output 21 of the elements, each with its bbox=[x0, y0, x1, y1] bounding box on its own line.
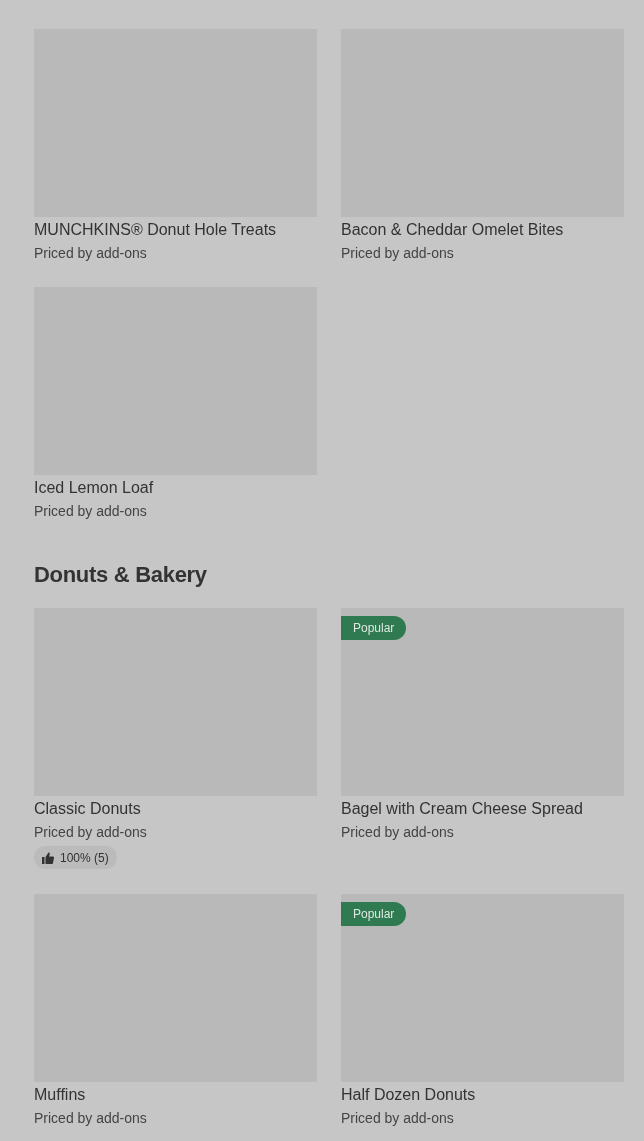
item-price: Priced by add-ons bbox=[34, 244, 147, 262]
thumbs-up-icon bbox=[42, 851, 54, 864]
item-name[interactable]: Half Dozen Donuts bbox=[341, 1084, 476, 1106]
item-price: Priced by add-ons bbox=[34, 502, 147, 520]
item-price: Priced by add-ons bbox=[341, 823, 454, 841]
item-name[interactable]: Bacon & Cheddar Omelet Bites bbox=[341, 219, 564, 241]
item-name[interactable]: Bagel with Cream Cheese Spread bbox=[341, 798, 583, 820]
item-name[interactable]: MUNCHKINS® Donut Hole Treats bbox=[34, 219, 277, 241]
section-heading: Donuts & Bakery bbox=[34, 561, 208, 589]
item-name[interactable]: Classic Donuts bbox=[34, 798, 141, 820]
rating-text: 100% (5) bbox=[60, 850, 109, 865]
item-price: Priced by add-ons bbox=[34, 1109, 147, 1127]
item-price: Priced by add-ons bbox=[341, 1109, 454, 1127]
image-placeholder[interactable]: Popular bbox=[341, 894, 624, 1082]
image-placeholder[interactable]: Popular bbox=[341, 608, 624, 796]
item-price: Priced by add-ons bbox=[34, 823, 147, 841]
popular-badge: Popular bbox=[341, 902, 407, 926]
item-price: Priced by add-ons bbox=[341, 244, 454, 262]
popular-badge: Popular bbox=[341, 616, 407, 640]
item-name[interactable]: Muffins bbox=[34, 1084, 86, 1106]
item-name[interactable]: Iced Lemon Loaf bbox=[34, 477, 154, 499]
